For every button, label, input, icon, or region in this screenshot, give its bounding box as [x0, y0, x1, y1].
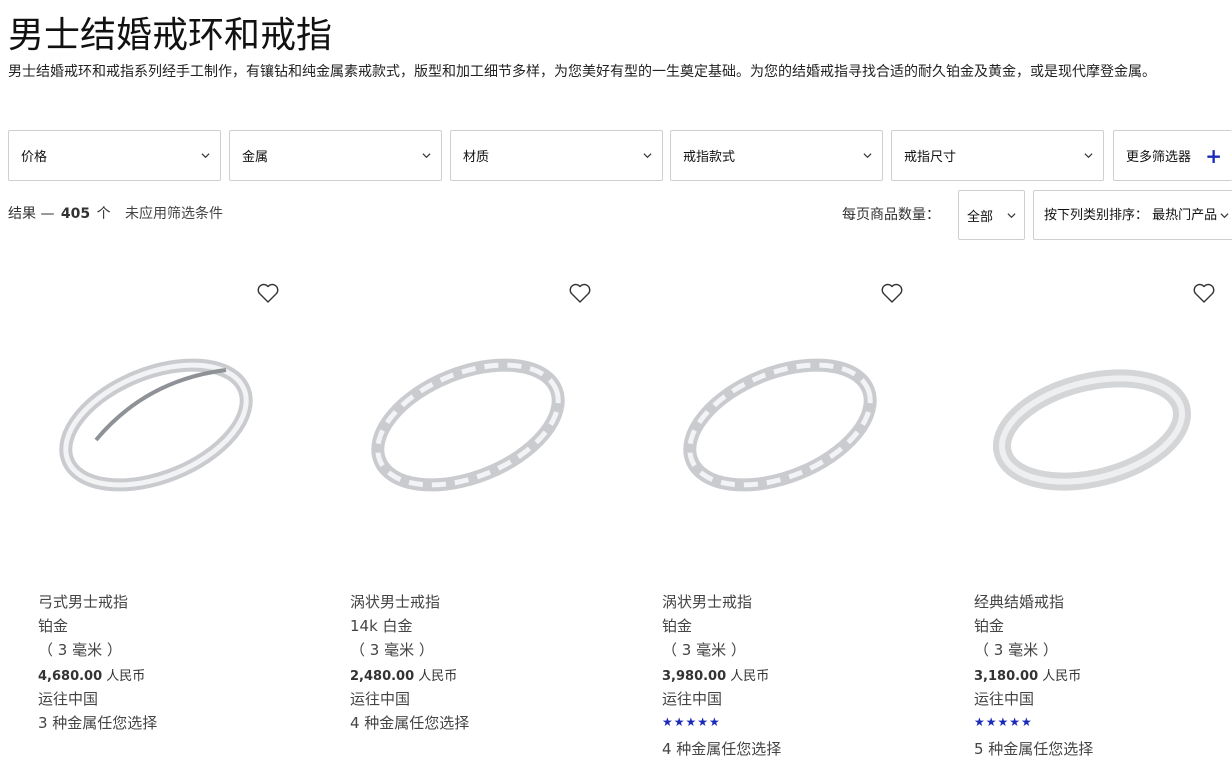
product-card[interactable]: 涡状男士戒指 14k 白金 （ 3 毫米 ） 2,480.00 人民币 运往中国…	[320, 270, 620, 770]
product-name[interactable]: 涡状男士戒指	[350, 591, 440, 612]
product-width: （ 3 毫米 ）	[662, 641, 746, 659]
chevron-down-icon	[1084, 153, 1093, 159]
product-width: （ 3 毫米 ）	[350, 641, 434, 659]
filter-label: 戒指款式	[683, 150, 736, 165]
filter-bar: 价格 金属 材质 戒指款式 戒指尺寸 更多筛选器 +	[8, 130, 1232, 181]
filter-label: 材质	[463, 150, 490, 165]
price-currency: 人民币	[730, 669, 770, 684]
sort-select[interactable]: 按下列类别排序： 最热门产品	[1033, 190, 1232, 240]
more-filters-button[interactable]: 更多筛选器 +	[1113, 130, 1232, 181]
filter-material-dropdown[interactable]: 材质	[450, 130, 663, 181]
heart-icon[interactable]	[880, 282, 904, 304]
heart-icon[interactable]	[256, 282, 280, 304]
filter-ring-size-dropdown[interactable]: 戒指尺寸	[891, 130, 1104, 181]
heart-icon[interactable]	[568, 282, 592, 304]
chevron-down-icon	[1007, 212, 1016, 218]
price-currency: 人民币	[1042, 669, 1082, 684]
product-metal-options: 3 种金属任您选择	[38, 714, 158, 732]
ring-image[interactable]	[972, 330, 1212, 540]
chevron-down-icon	[643, 153, 652, 159]
ring-image[interactable]	[348, 330, 588, 540]
results-count: 405	[60, 206, 91, 222]
product-shipping: 运往中国	[350, 690, 411, 708]
rating-stars[interactable]: ★★★★★	[662, 715, 721, 729]
page-description: 男士结婚戒环和戒指系列经手工制作，有镶钻和纯金属素戒款式，版型和加工细节多样，为…	[8, 64, 1156, 80]
chevron-down-icon	[1220, 212, 1229, 218]
price-currency: 人民币	[418, 669, 458, 684]
filter-label: 价格	[21, 150, 48, 165]
product-metal-options: 4 种金属任您选择	[350, 714, 470, 732]
plus-icon: +	[1205, 143, 1222, 168]
per-page-value: 全部	[967, 209, 994, 225]
product-name[interactable]: 涡状男士戒指	[662, 591, 752, 612]
product-metal: 铂金	[974, 617, 1005, 635]
product-card[interactable]: 弓式男士戒指 铂金 （ 3 毫米 ） 4,680.00 人民币 运往中国 3 种…	[8, 270, 308, 770]
filter-label: 戒指尺寸	[904, 150, 957, 165]
page-title: 男士结婚戒环和戒指	[8, 15, 333, 56]
product-price: 2,480.00 人民币	[350, 665, 457, 684]
sort-value: 按下列类别排序： 最热门产品	[1044, 207, 1218, 223]
per-page-label: 每页商品数量：	[842, 207, 940, 223]
price-amount: 3,980.00	[662, 669, 727, 684]
chevron-down-icon	[422, 153, 431, 159]
chevron-down-icon	[863, 153, 872, 159]
product-card[interactable]: 涡状男士戒指 铂金 （ 3 毫米 ） 3,980.00 人民币 运往中国 ★★★…	[632, 270, 932, 770]
product-price: 3,180.00 人民币	[974, 665, 1081, 684]
per-page-select[interactable]: 全部	[958, 190, 1025, 240]
filter-label: 金属	[242, 150, 269, 165]
rating-stars[interactable]: ★★★★★	[974, 715, 1033, 729]
ring-image[interactable]	[660, 330, 900, 540]
product-price: 3,980.00 人民币	[662, 665, 769, 684]
product-name[interactable]: 弓式男士戒指	[38, 591, 128, 612]
filter-ring-style-dropdown[interactable]: 戒指款式	[670, 130, 883, 181]
product-metal: 铂金	[662, 617, 693, 635]
product-metal: 铂金	[38, 617, 69, 635]
ring-image[interactable]	[36, 330, 276, 540]
product-price: 4,680.00 人民币	[38, 665, 145, 684]
filter-label: 更多筛选器	[1126, 150, 1192, 165]
chevron-down-icon	[201, 153, 210, 159]
price-amount: 3,180.00	[974, 669, 1039, 684]
price-amount: 2,480.00	[350, 669, 415, 684]
price-amount: 4,680.00	[38, 669, 103, 684]
price-currency: 人民币	[106, 669, 146, 684]
results-prefix: 结果 —	[8, 206, 55, 222]
product-card[interactable]: 经典结婚戒指 铂金 （ 3 毫米 ） 3,180.00 人民币 运往中国 ★★★…	[944, 270, 1232, 770]
product-shipping: 运往中国	[38, 690, 99, 708]
product-width: （ 3 毫米 ）	[38, 641, 122, 659]
product-shipping: 运往中国	[974, 690, 1035, 708]
product-metal-options: 5 种金属任您选择	[974, 740, 1094, 758]
results-summary: 结果 — 405 个 未应用筛选条件	[8, 203, 223, 223]
filter-metal-dropdown[interactable]: 金属	[229, 130, 442, 181]
filter-status: 未应用筛选条件	[125, 206, 224, 222]
product-metal-options: 4 种金属任您选择	[662, 740, 782, 758]
product-width: （ 3 毫米 ）	[974, 641, 1058, 659]
results-unit: 个	[96, 206, 111, 222]
product-metal: 14k 白金	[350, 617, 413, 635]
product-name[interactable]: 经典结婚戒指	[974, 591, 1064, 612]
filter-price-dropdown[interactable]: 价格	[8, 130, 221, 181]
product-shipping: 运往中国	[662, 690, 723, 708]
heart-icon[interactable]	[1192, 282, 1216, 304]
